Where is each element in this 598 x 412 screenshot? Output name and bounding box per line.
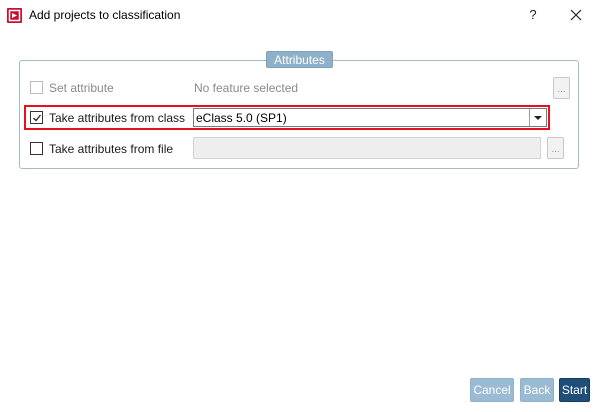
app-icon <box>7 8 22 23</box>
window-title: Add projects to classification <box>29 8 181 22</box>
help-button[interactable]: ? <box>522 4 544 26</box>
set-attribute-checkbox[interactable] <box>30 81 43 94</box>
set-attribute-value: No feature selected <box>194 81 299 95</box>
attributes-group-title: Attributes <box>266 51 333 68</box>
back-button[interactable]: Back <box>520 378 554 402</box>
chevron-down-icon <box>534 116 542 120</box>
file-path-field[interactable] <box>193 137 541 159</box>
class-select-arrow[interactable] <box>529 109 546 126</box>
from-class-checkbox[interactable] <box>30 111 43 124</box>
class-select[interactable]: eClass 5.0 (SP1) <box>193 108 547 127</box>
from-file-checkbox[interactable] <box>30 142 43 155</box>
close-button[interactable] <box>564 4 588 26</box>
set-attribute-label: Set attribute <box>49 81 114 95</box>
checkmark-icon <box>33 114 42 122</box>
set-attribute-browse-button[interactable]: ... <box>553 77 570 99</box>
file-browse-button[interactable]: ... <box>547 137 564 159</box>
start-button[interactable]: Start <box>559 378 590 402</box>
from-file-label: Take attributes from file <box>49 142 174 156</box>
class-select-value: eClass 5.0 (SP1) <box>196 111 287 125</box>
title-bar: Add projects to classification ? <box>0 0 598 32</box>
from-class-label: Take attributes from class <box>49 111 186 125</box>
cancel-button[interactable]: Cancel <box>470 378 514 402</box>
close-icon <box>570 9 582 21</box>
